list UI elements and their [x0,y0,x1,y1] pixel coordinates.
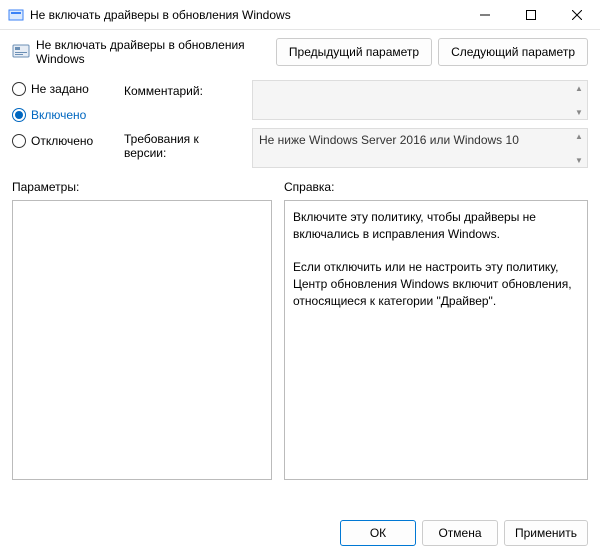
radio-not-configured[interactable]: Не задано [12,82,112,96]
radio-enabled[interactable]: Включено [12,108,112,122]
scroll-up-icon[interactable]: ▲ [573,131,585,141]
supported-on-value: Не ниже Windows Server 2016 или Windows … [259,133,519,147]
radio-icon [12,134,26,148]
policy-title: Не включать драйверы в обновления Window… [36,38,276,66]
scroll-down-icon[interactable]: ▼ [573,107,585,117]
radio-icon [12,82,26,96]
supported-on-field: Не ниже Windows Server 2016 или Windows … [252,128,588,168]
policy-icon [12,43,30,61]
help-panel: Включите эту политику, чтобы драйверы не… [284,200,588,480]
previous-setting-button[interactable]: Предыдущий параметр [276,38,432,66]
apply-button[interactable]: Применить [504,520,588,546]
comment-field[interactable]: ▲ ▼ [252,80,588,120]
scroll-down-icon[interactable]: ▼ [573,155,585,165]
window-title: Не включать драйверы в обновления Window… [30,8,462,22]
radio-disabled[interactable]: Отключено [12,134,112,148]
help-label: Справка: [284,180,588,194]
header-row: Не включать драйверы в обновления Window… [12,38,588,66]
footer-buttons: ОК Отмена Применить [340,520,588,546]
options-panel [12,200,272,480]
ok-button[interactable]: ОК [340,520,416,546]
next-setting-button[interactable]: Следующий параметр [438,38,588,66]
window-controls [462,0,600,29]
cancel-button[interactable]: Отмена [422,520,498,546]
close-button[interactable] [554,0,600,29]
comment-label: Комментарий: [124,80,244,120]
radio-icon [12,108,26,122]
minimize-button[interactable] [462,0,508,29]
options-label: Параметры: [12,180,272,194]
help-text: Включите эту политику, чтобы драйверы не… [293,210,575,308]
radio-label: Не задано [31,82,89,96]
state-radio-group: Не задано Включено Отключено [12,80,112,168]
supported-on-label: Требования к версии: [124,128,244,168]
titlebar: Не включать драйверы в обновления Window… [0,0,600,30]
maximize-button[interactable] [508,0,554,29]
radio-label: Отключено [31,134,93,148]
app-icon [8,7,24,23]
radio-label: Включено [31,108,86,122]
scroll-up-icon[interactable]: ▲ [573,83,585,93]
